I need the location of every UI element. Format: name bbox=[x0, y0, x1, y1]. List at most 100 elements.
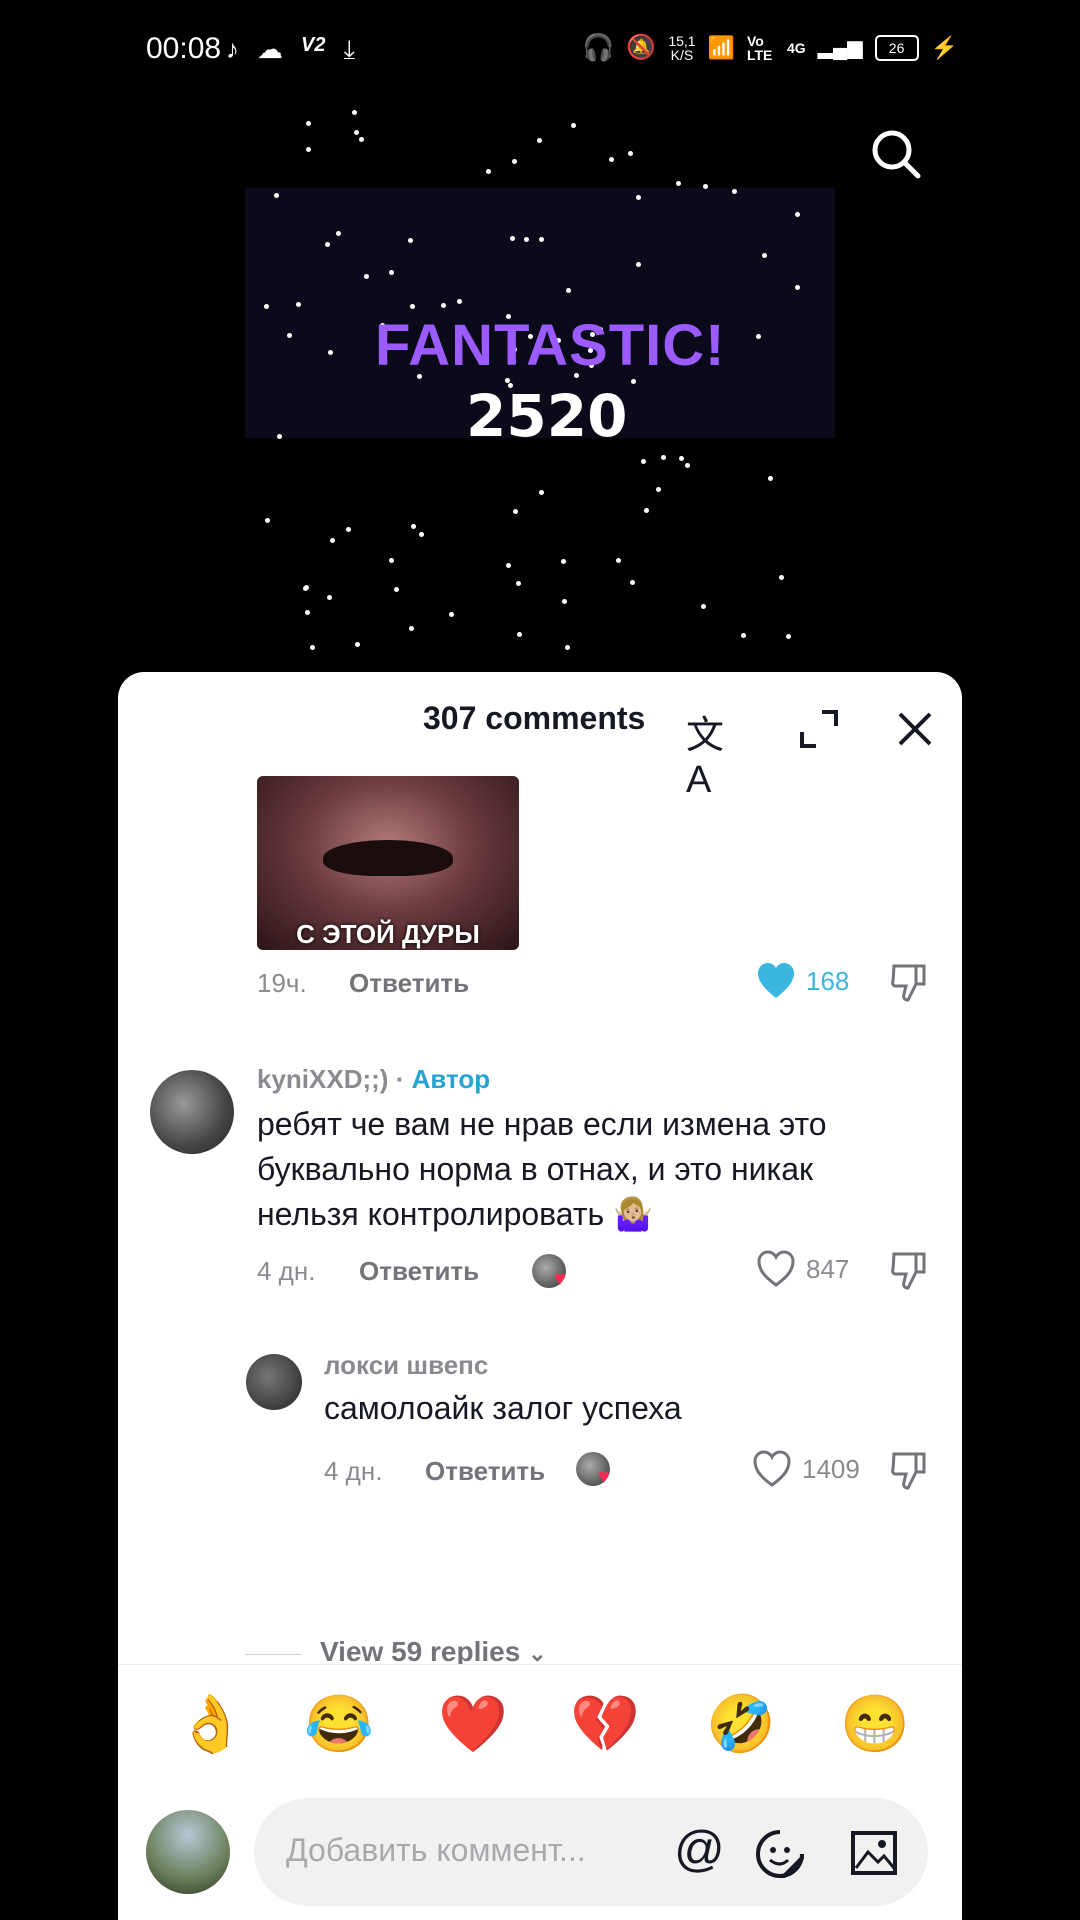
star-dot bbox=[609, 156, 615, 162]
reply-button[interactable]: Ответить bbox=[349, 968, 469, 999]
status-right-icons: 🎧 🔕 15,1 K/S 📶 Vo LTE 4G ▂▄▆ 26 ⚡ bbox=[582, 32, 958, 63]
star-dot bbox=[330, 538, 336, 544]
star-dot bbox=[767, 476, 773, 482]
star-dot bbox=[505, 562, 511, 568]
tiktok-icon: ♪ bbox=[226, 34, 239, 64]
heart-filled-icon bbox=[758, 963, 794, 998]
star-dot bbox=[407, 237, 413, 243]
star-dot bbox=[303, 585, 309, 591]
dislike-icon[interactable] bbox=[888, 1248, 932, 1292]
emoji-quick-bar: 👌 😂 ❤️ 💔 🤣 😁 bbox=[118, 1664, 962, 1789]
star-dot bbox=[785, 633, 791, 639]
comment-username[interactable]: kyniXXD;;) bbox=[257, 1064, 388, 1094]
star-dot bbox=[358, 137, 364, 143]
comment-text: ребят че вам не нрав если измена это бук… bbox=[257, 1106, 827, 1232]
headphones-icon: 🎧 bbox=[582, 32, 615, 62]
battery-level: 26 bbox=[888, 39, 905, 56]
cloud-icon: ☁ bbox=[257, 34, 283, 64]
star-dot bbox=[536, 138, 542, 144]
mention-icon[interactable]: @ bbox=[674, 1820, 725, 1878]
translate-icon[interactable]: 文A bbox=[686, 704, 736, 801]
comment-time: 4 дн. bbox=[257, 1256, 316, 1286]
heart-outline-icon bbox=[753, 1450, 791, 1487]
star-dot bbox=[456, 299, 462, 305]
like-count: 847 bbox=[806, 1253, 850, 1284]
star-dot bbox=[655, 486, 661, 492]
star-dot bbox=[636, 261, 642, 267]
comment-input-box[interactable]: Добавить коммент... @ bbox=[254, 1798, 928, 1906]
star-dot bbox=[779, 574, 785, 580]
star-dot bbox=[562, 599, 568, 605]
dislike-icon[interactable] bbox=[888, 960, 932, 1004]
net-speed: 15,1 K/S bbox=[668, 32, 696, 63]
image-icon[interactable] bbox=[850, 1830, 898, 1876]
wifi-icon: 📶 bbox=[707, 34, 735, 60]
expand-icon[interactable] bbox=[794, 704, 844, 754]
reply-button[interactable]: Ответить bbox=[359, 1256, 479, 1287]
emoji-grin[interactable]: 😁 bbox=[840, 1691, 910, 1757]
emoji-joy[interactable]: 😂 bbox=[304, 1691, 374, 1757]
close-icon[interactable] bbox=[890, 704, 940, 754]
star-dot bbox=[304, 610, 310, 616]
star-dot bbox=[324, 241, 330, 247]
star-dot bbox=[732, 188, 738, 194]
star-dot bbox=[570, 123, 576, 128]
star-dot bbox=[327, 595, 333, 601]
comments-count-title: 307 comments bbox=[423, 700, 646, 736]
like-button[interactable]: 168 bbox=[756, 962, 849, 1000]
dislike-icon[interactable] bbox=[888, 1448, 932, 1492]
star-dot bbox=[310, 644, 316, 650]
author-badge: Автор bbox=[411, 1064, 491, 1094]
star-dot bbox=[327, 349, 333, 355]
network-type: 4G bbox=[786, 39, 806, 56]
video-player[interactable]: FANTASTIC! 2520 bbox=[0, 100, 1080, 672]
emoji-ok-hand[interactable]: 👌 bbox=[176, 1691, 246, 1757]
star-dot bbox=[565, 644, 571, 650]
reply-button[interactable]: Ответить bbox=[425, 1456, 545, 1487]
star-dot bbox=[306, 146, 312, 152]
star-dot bbox=[740, 632, 746, 638]
star-dot bbox=[286, 332, 292, 338]
status-bar: 00:08 ♪ ☁ V2 ⤓ 🎧 🔕 15,1 K/S 📶 Vo LTE 4G … bbox=[0, 0, 1080, 100]
comment-username-line: kyniXXD;;) · Автор bbox=[257, 1064, 491, 1094]
emoji-broken-heart[interactable]: 💔 bbox=[570, 1691, 640, 1757]
star-dot bbox=[761, 252, 767, 258]
comment-text: самолоайк залог успеха bbox=[324, 1390, 682, 1426]
star-dot bbox=[388, 558, 394, 564]
avatar[interactable] bbox=[150, 1070, 234, 1154]
star-dot bbox=[264, 518, 270, 524]
comment-input[interactable]: Добавить коммент... bbox=[286, 1832, 586, 1869]
like-button[interactable]: 847 bbox=[756, 1250, 849, 1288]
star-dot bbox=[538, 489, 544, 495]
star-dot bbox=[641, 459, 647, 465]
heart-outline-icon bbox=[757, 1250, 795, 1287]
emoji-rofl[interactable]: 🤣 bbox=[706, 1691, 776, 1757]
star-dot bbox=[411, 523, 417, 529]
comment-image[interactable]: С ЭТОЙ ДУРЫ bbox=[257, 776, 519, 950]
comment-username[interactable]: локси швепс bbox=[324, 1350, 488, 1381]
video-score: 2520 bbox=[466, 382, 628, 450]
creator-heart-icon: ♥ bbox=[598, 1466, 610, 1488]
star-dot bbox=[305, 121, 311, 127]
user-avatar[interactable] bbox=[146, 1810, 230, 1894]
meme-mouth bbox=[323, 840, 453, 876]
star-dot bbox=[355, 642, 361, 648]
download-icon: ⤓ bbox=[343, 34, 355, 64]
star-dot bbox=[419, 531, 425, 537]
star-dot bbox=[661, 455, 667, 461]
like-button[interactable]: 1409 bbox=[752, 1450, 860, 1488]
star-dot bbox=[678, 455, 684, 461]
star-dot bbox=[512, 508, 518, 514]
star-dot bbox=[684, 462, 690, 468]
search-icon[interactable] bbox=[868, 126, 924, 182]
star-dot bbox=[354, 130, 360, 136]
star-dot bbox=[485, 168, 491, 174]
avatar[interactable] bbox=[246, 1354, 302, 1410]
sticker-icon[interactable] bbox=[754, 1828, 806, 1880]
star-dot bbox=[516, 632, 522, 638]
star-dot bbox=[409, 626, 415, 632]
comments-list[interactable]: С ЭТОЙ ДУРЫ 19ч. Ответить 168 kyniXXD;;)… bbox=[118, 772, 962, 1772]
emoji-heart[interactable]: ❤️ bbox=[438, 1691, 508, 1757]
divider bbox=[245, 1654, 301, 1655]
star-dot bbox=[676, 181, 682, 187]
